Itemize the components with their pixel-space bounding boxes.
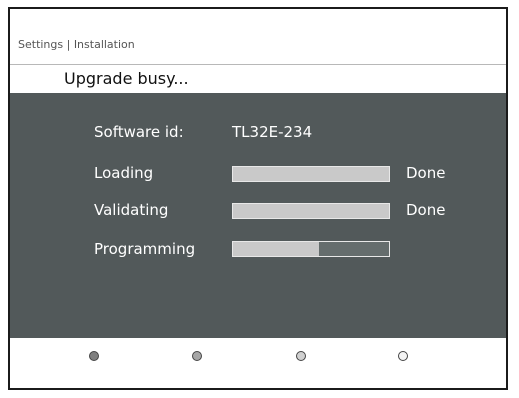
validating-progress-fill bbox=[233, 204, 389, 218]
step-label-loading: Loading bbox=[94, 164, 154, 182]
validating-status: Done bbox=[406, 201, 446, 219]
upgrade-panel: Software id: TL32E-234 Loading Done Vali… bbox=[10, 93, 506, 338]
page-title: Upgrade busy... bbox=[64, 69, 189, 88]
breadcrumb: Settings | Installation bbox=[18, 38, 135, 51]
title-bar: Upgrade busy... bbox=[10, 64, 506, 94]
loading-status: Done bbox=[406, 164, 446, 182]
red-key-icon[interactable] bbox=[89, 351, 99, 361]
blue-key-icon[interactable] bbox=[398, 351, 408, 361]
color-key-bar bbox=[10, 338, 506, 388]
loading-progress-fill bbox=[233, 167, 389, 181]
software-id-label: Software id: bbox=[94, 123, 184, 141]
yellow-key-icon[interactable] bbox=[296, 351, 306, 361]
validating-progress-bar bbox=[232, 203, 390, 219]
step-label-programming: Programming bbox=[94, 240, 196, 258]
step-label-validating: Validating bbox=[94, 201, 169, 219]
loading-progress-bar bbox=[232, 166, 390, 182]
green-key-icon[interactable] bbox=[192, 351, 202, 361]
tv-screen: Settings | Installation Upgrade busy... … bbox=[8, 7, 508, 390]
software-id-value: TL32E-234 bbox=[232, 123, 313, 141]
programming-progress-bar bbox=[232, 241, 390, 257]
programming-progress-fill bbox=[233, 242, 319, 256]
